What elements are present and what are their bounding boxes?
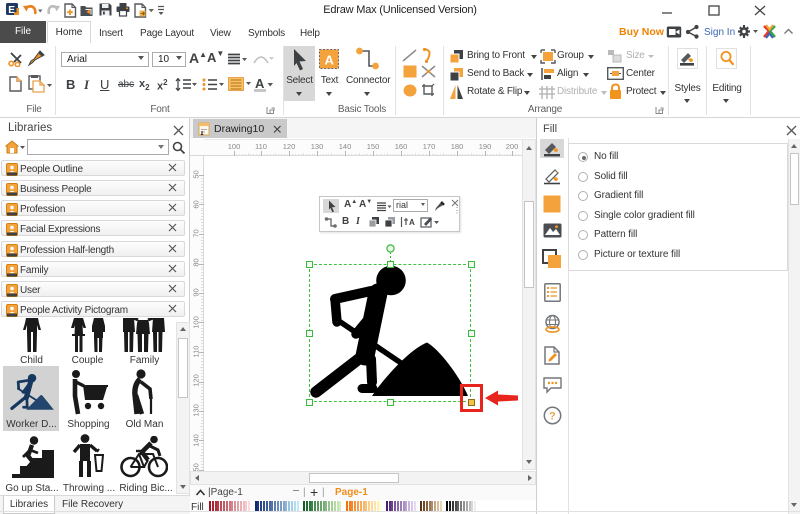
svg-text:A: A	[325, 53, 335, 68]
svg-text:A: A	[409, 218, 415, 227]
svg-text:?: ?	[549, 411, 556, 423]
